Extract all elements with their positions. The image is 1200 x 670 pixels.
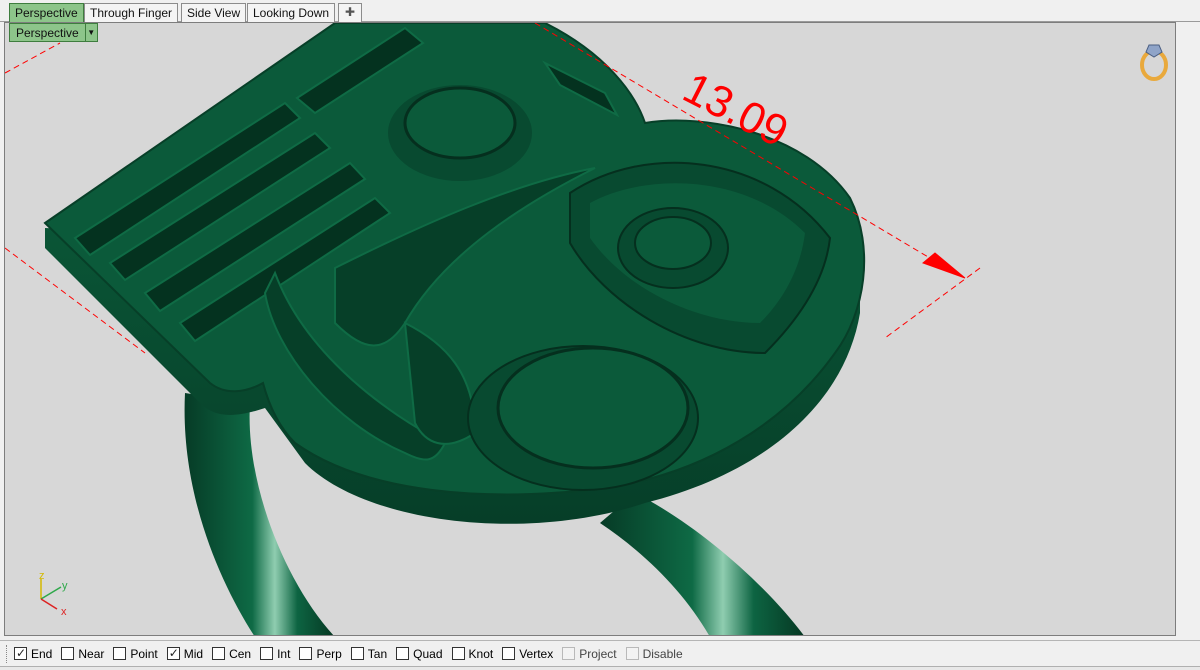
- osnap-disable[interactable]: Disable: [625, 646, 683, 661]
- tab-label: Looking Down: [253, 6, 330, 20]
- osnap-label: Mid: [183, 646, 204, 661]
- viewport-title-menu[interactable]: Perspective ▼: [9, 23, 98, 42]
- viewport-tab-bar: Perspective Through Finger Side View Loo…: [0, 0, 1200, 22]
- osnap-end[interactable]: End: [14, 646, 53, 661]
- viewport-title: Perspective: [16, 25, 79, 40]
- checkbox[interactable]: [61, 647, 75, 660]
- checkbox[interactable]: [212, 647, 226, 660]
- osnap-cen[interactable]: Cen: [212, 647, 251, 661]
- osnap-label: Project: [579, 646, 617, 661]
- axis-y-label: y: [62, 580, 68, 592]
- toolbar-grip[interactable]: [6, 644, 10, 663]
- checkbox[interactable]: [350, 647, 364, 660]
- viewport-side-strip: [1178, 22, 1200, 636]
- osnap-knot[interactable]: Knot: [451, 646, 494, 661]
- checkbox[interactable]: [166, 646, 180, 660]
- status-bar-edge: [0, 666, 1200, 670]
- checkbox[interactable]: [14, 646, 27, 660]
- osnap-tan[interactable]: Tan: [350, 646, 388, 661]
- checkbox[interactable]: [502, 647, 516, 660]
- osnap-label: Tan: [367, 646, 388, 661]
- osnap-mid[interactable]: Mid: [166, 646, 204, 661]
- bottom-circle-recess: [467, 345, 699, 491]
- checkbox[interactable]: [562, 647, 576, 660]
- checkbox[interactable]: [260, 647, 274, 660]
- osnap-label: Vertex: [519, 646, 554, 661]
- osnap-label: Near: [78, 646, 105, 661]
- checkbox[interactable]: [299, 647, 313, 660]
- plus-icon: ✚: [344, 5, 356, 19]
- tab-looking-down[interactable]: Looking Down: [247, 3, 336, 22]
- dropdown-arrow-icon[interactable]: ▼: [84, 24, 97, 41]
- tab-side-view[interactable]: Side View: [181, 3, 247, 22]
- osnap-quad[interactable]: Quad: [396, 646, 443, 661]
- checkbox[interactable]: [625, 647, 639, 660]
- osnap-int[interactable]: Int: [260, 647, 290, 661]
- ring-view-icon[interactable]: [1140, 44, 1168, 81]
- tab-label: Side View: [187, 6, 241, 20]
- osnap-project[interactable]: Project: [562, 646, 617, 661]
- osnap-label: Perp: [316, 646, 342, 661]
- osnap-label: End: [31, 646, 53, 661]
- model-scene[interactable]: 13.09 z y x: [5, 23, 1176, 636]
- tab-label: Through Finger: [90, 6, 173, 20]
- osnap-near[interactable]: Near: [61, 647, 104, 661]
- checkbox[interactable]: [396, 647, 410, 660]
- dimension-arrowhead: [922, 252, 966, 279]
- osnap-label: Quad: [413, 646, 443, 661]
- axis-z-label: z: [39, 570, 45, 582]
- osnap-point[interactable]: Point: [113, 646, 158, 661]
- perspective-viewport[interactable]: Perspective ▼ 13.09 z y x: [4, 22, 1176, 636]
- axis-gizmo: z y x: [39, 570, 68, 618]
- tab-label: Perspective: [15, 6, 78, 20]
- osnap-label: Disable: [642, 646, 683, 661]
- osnap-vertex[interactable]: Vertex: [502, 647, 553, 661]
- checkbox[interactable]: [113, 647, 127, 660]
- osnap-label: Int: [277, 646, 291, 661]
- add-tab-button[interactable]: ✚: [338, 3, 362, 22]
- osnap-label: Knot: [468, 646, 494, 661]
- tab-through-finger[interactable]: Through Finger: [84, 3, 179, 22]
- osnap-toolbar: End Near Point Mid Cen Int Perp Tan Quad…: [0, 640, 1200, 666]
- osnap-label: Cen: [229, 646, 252, 661]
- tab-perspective[interactable]: Perspective: [9, 3, 84, 22]
- top-circle-recess: [388, 85, 532, 181]
- checkbox[interactable]: [451, 647, 465, 660]
- axis-x-label: x: [61, 606, 67, 618]
- osnap-perp[interactable]: Perp: [299, 646, 342, 661]
- osnap-label: Point: [130, 646, 158, 661]
